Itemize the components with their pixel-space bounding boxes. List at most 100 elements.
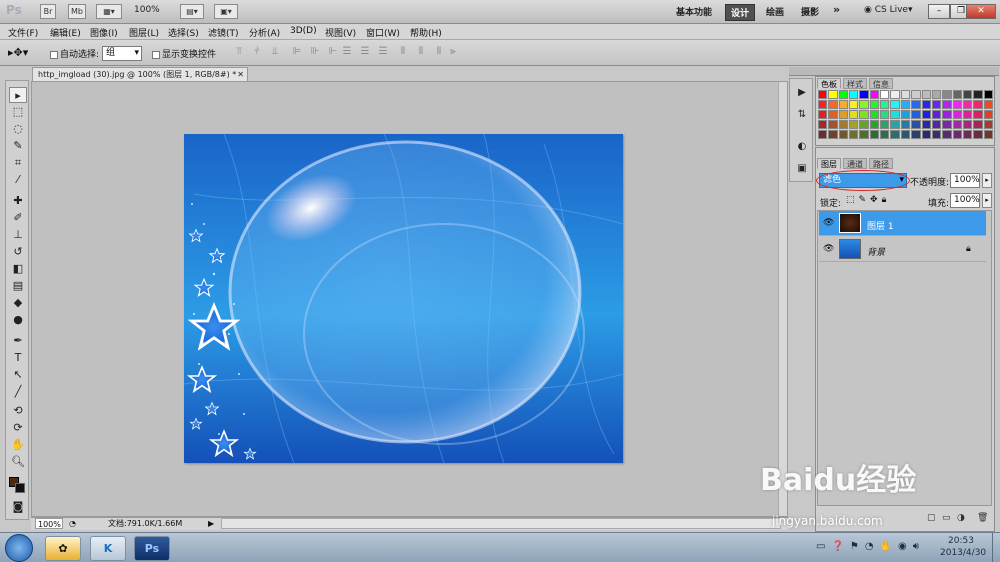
lasso-tool-icon[interactable]: ◌ xyxy=(9,121,27,137)
path-selection-tool-icon[interactable]: ↖ xyxy=(9,367,27,383)
status-zoom[interactable]: 100% xyxy=(35,518,63,529)
distribute-hcenter-icon[interactable]: ⦀ xyxy=(414,46,428,60)
color-swatch[interactable] xyxy=(921,100,931,109)
color-swatch[interactable] xyxy=(880,130,890,139)
menu-file[interactable]: 文件(F) xyxy=(8,26,38,39)
minimize-button[interactable]: – xyxy=(928,4,950,19)
color-swatch[interactable] xyxy=(880,110,890,119)
show-desktop-button[interactable] xyxy=(992,533,1000,562)
color-swatch[interactable] xyxy=(828,100,838,109)
color-swatch[interactable] xyxy=(952,130,962,139)
color-swatch[interactable] xyxy=(983,120,993,129)
cs-live-button[interactable]: ◉ CS Live▾ xyxy=(864,5,913,15)
color-swatch[interactable] xyxy=(973,90,983,99)
menu-edit[interactable]: 编辑(E) xyxy=(50,26,81,39)
color-swatch[interactable] xyxy=(911,110,921,119)
status-menu-arrow-icon[interactable]: ▶ xyxy=(208,518,214,530)
visibility-eye-icon[interactable]: 👁︎ xyxy=(823,218,834,228)
hand-tool-icon[interactable]: ✋ xyxy=(9,437,27,453)
layer-row-background[interactable]: 👁︎ 背景 🔒︎ xyxy=(819,237,986,262)
swatch-grid[interactable] xyxy=(818,90,993,145)
color-swatch[interactable] xyxy=(890,90,900,99)
mini-bridge-button[interactable]: Mb xyxy=(68,4,86,19)
marquee-tool-icon[interactable]: ⬚ xyxy=(9,104,27,120)
menu-3d[interactable]: 3D(D) xyxy=(290,26,317,36)
color-swatch[interactable] xyxy=(849,120,859,129)
color-swatch[interactable] xyxy=(849,130,859,139)
menu-image[interactable]: 图像(I) xyxy=(90,26,118,39)
tab-paths[interactable]: 路径 xyxy=(869,158,893,169)
taskbar-app-photoshop-icon[interactable]: Ps xyxy=(134,536,170,561)
color-swatch[interactable] xyxy=(931,130,942,139)
menu-layer[interactable]: 图层(L) xyxy=(129,26,159,39)
color-swatch[interactable] xyxy=(952,120,962,129)
color-swatch[interactable] xyxy=(973,100,983,109)
lock-icons[interactable]: ⬚✎✥🔒︎ xyxy=(846,195,890,205)
color-swatch[interactable] xyxy=(983,130,993,139)
pen-tool-icon[interactable]: ✒ xyxy=(9,333,27,349)
color-swatch[interactable] xyxy=(890,130,900,139)
3d-rotate-tool-icon[interactable]: ⟲ xyxy=(9,403,27,419)
layer-row-layer1[interactable]: 👁︎ 图层 1 xyxy=(819,211,986,236)
zoom-tool-icon[interactable]: 🔍︎ xyxy=(9,454,27,470)
menu-select[interactable]: 选择(S) xyxy=(168,26,199,39)
new-group-icon[interactable]: ▭ xyxy=(942,513,951,523)
color-swatch[interactable] xyxy=(849,100,859,109)
color-swatch[interactable] xyxy=(931,120,942,129)
eraser-tool-icon[interactable]: ◧ xyxy=(9,261,27,277)
status-zoom-icon[interactable]: ◔ xyxy=(69,518,76,530)
tab-styles[interactable]: 样式 xyxy=(843,78,867,89)
color-swatch[interactable] xyxy=(869,100,880,109)
color-swatch[interactable] xyxy=(931,110,942,119)
distribute-bottom-icon[interactable]: ☰ xyxy=(376,46,390,60)
more-workspaces-icon[interactable]: » xyxy=(833,3,840,16)
brush-tool-icon[interactable]: ✐ xyxy=(9,210,27,226)
color-swatch[interactable] xyxy=(838,130,849,139)
system-tray-icons[interactable]: ▭❓⚑◔✋◉🔊︎ xyxy=(816,541,925,552)
delete-layer-icon[interactable]: 🗑︎ xyxy=(977,513,988,523)
color-swatch[interactable] xyxy=(849,90,859,99)
layer-name[interactable]: 图层 1 xyxy=(867,219,894,232)
clock-date[interactable]: 2013/4/30 xyxy=(940,548,986,558)
menu-view[interactable]: 视图(V) xyxy=(325,26,356,39)
color-swatch[interactable] xyxy=(900,120,911,129)
workspace-painting[interactable]: 绘画 xyxy=(766,5,784,18)
color-swatch[interactable] xyxy=(859,120,869,129)
color-swatch[interactable] xyxy=(983,90,993,99)
color-swatch[interactable] xyxy=(869,90,880,99)
color-swatch[interactable] xyxy=(838,100,849,109)
actions-panel-icon[interactable]: ⇅ xyxy=(796,109,808,121)
distribute-left-icon[interactable]: ⦀ xyxy=(396,46,410,60)
layer-name[interactable]: 背景 xyxy=(867,245,885,258)
color-swatch[interactable] xyxy=(921,90,931,99)
gradient-tool-icon[interactable]: ▤ xyxy=(9,278,27,294)
move-tool-icon[interactable]: ▸ xyxy=(9,87,27,103)
taskbar-app-k-icon[interactable]: K xyxy=(90,536,126,561)
color-swatch[interactable] xyxy=(942,100,952,109)
color-swatch[interactable] xyxy=(911,90,921,99)
color-swatch[interactable] xyxy=(900,130,911,139)
color-swatch[interactable] xyxy=(962,130,973,139)
bridge-button[interactable]: Br xyxy=(40,4,56,19)
quick-mask-icon[interactable]: ◙ xyxy=(9,499,27,515)
color-swatch[interactable] xyxy=(890,120,900,129)
arrange-documents-button[interactable]: ▤▾ xyxy=(180,4,204,19)
color-swatch[interactable] xyxy=(983,110,993,119)
document-image[interactable] xyxy=(184,134,623,463)
color-swatch[interactable] xyxy=(962,120,973,129)
color-swatch[interactable] xyxy=(869,130,880,139)
history-panel-icon[interactable]: ▶ xyxy=(796,87,808,99)
color-swatch[interactable] xyxy=(911,120,921,129)
type-tool-icon[interactable]: T xyxy=(9,350,27,366)
new-layer-icon[interactable]: ▢ xyxy=(927,513,936,523)
color-swatch[interactable] xyxy=(921,130,931,139)
auto-select-checkbox[interactable]: 自动选择: xyxy=(50,47,99,60)
align-hcenter-icon[interactable]: ⊪ xyxy=(308,46,322,60)
color-swatch[interactable] xyxy=(859,90,869,99)
color-swatch[interactable] xyxy=(942,120,952,129)
quick-selection-tool-icon[interactable]: ✎ xyxy=(9,138,27,154)
color-swatch[interactable] xyxy=(818,90,828,99)
color-swatch[interactable] xyxy=(859,130,869,139)
line-shape-tool-icon[interactable]: ╱ xyxy=(9,384,27,400)
zoom-level[interactable]: 100% xyxy=(134,5,160,15)
